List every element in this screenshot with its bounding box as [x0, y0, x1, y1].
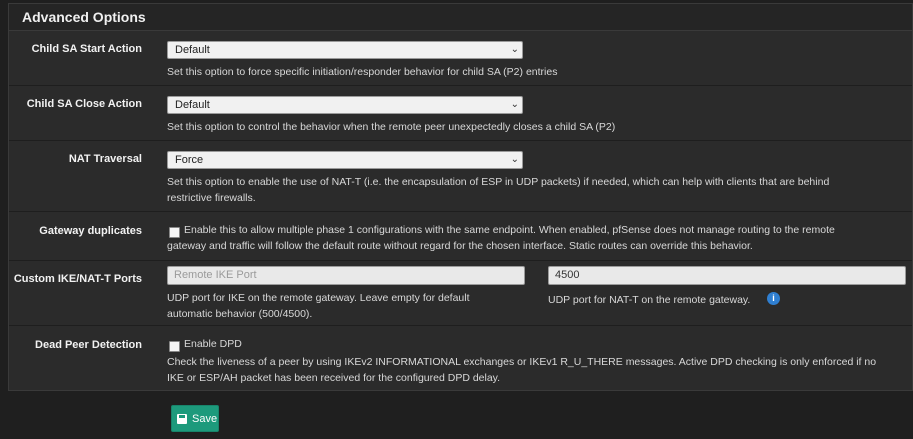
child-sa-start-action-help: Set this option to force specific initia… [167, 66, 558, 78]
row-child-sa-start-action: Child SA Start Action Default ⌄ Set this… [9, 31, 912, 86]
row-custom-ike-natt-ports: Custom IKE/NAT-T Ports Remote IKE Port U… [9, 261, 912, 326]
custom-ports-label: Custom IKE/NAT-T Ports [13, 273, 142, 285]
nat-traversal-value: Force [175, 154, 204, 166]
nat-traversal-select[interactable]: Force ⌄ [167, 151, 523, 169]
natt-port-value: 4500 [555, 269, 580, 281]
remote-ike-port-placeholder: Remote IKE Port [174, 269, 257, 281]
save-button[interactable]: Save [171, 405, 219, 432]
row-child-sa-close-action: Child SA Close Action Default ⌄ Set this… [9, 86, 912, 141]
row-gateway-duplicates: Gateway duplicates Enable this to allow … [9, 212, 912, 261]
nat-traversal-help-line1: Set this option to enable the use of NAT… [167, 176, 830, 188]
nat-traversal-label: NAT Traversal [68, 153, 142, 165]
panel-title: Advanced Options [22, 9, 146, 25]
save-icon [177, 414, 187, 424]
dead-peer-detection-help-line1: Check the liveness of a peer by using IK… [167, 356, 877, 368]
natt-port-help: UDP port for NAT-T on the remote gateway… [548, 294, 751, 306]
gateway-duplicates-help-line1: Enable this to allow multiple phase 1 co… [184, 224, 835, 236]
chevron-down-icon: ⌄ [510, 154, 519, 165]
dead-peer-detection-help-line2: IKE or ESP/AH packet has been received f… [167, 372, 501, 384]
info-icon[interactable]: i [767, 292, 780, 305]
child-sa-close-action-value: Default [175, 99, 210, 111]
nat-traversal-help-line2: restrictive firewalls. [167, 192, 256, 204]
enable-dpd-checkbox[interactable] [169, 341, 180, 352]
enable-dpd-label[interactable]: Enable DPD [184, 336, 242, 352]
ike-port-help-line2: automatic behavior (500/4500). [167, 308, 313, 320]
advanced-options-panel: Advanced Options Child SA Start Action D… [8, 3, 913, 391]
child-sa-close-action-select[interactable]: Default ⌄ [167, 96, 523, 114]
child-sa-close-action-help: Set this option to control the behavior … [167, 121, 616, 133]
save-button-label: Save [192, 413, 218, 425]
chevron-down-icon: ⌄ [510, 99, 519, 110]
chevron-down-icon: ⌄ [510, 44, 519, 55]
remote-ike-port-input[interactable]: Remote IKE Port [167, 266, 525, 285]
natt-port-input[interactable]: 4500 [548, 266, 906, 285]
dead-peer-detection-label: Dead Peer Detection [35, 339, 142, 351]
row-nat-traversal: NAT Traversal Force ⌄ Set this option to… [9, 141, 912, 212]
gateway-duplicates-checkbox[interactable] [169, 227, 180, 238]
panel-header: Advanced Options [9, 4, 912, 31]
gateway-duplicates-label: Gateway duplicates [39, 225, 142, 237]
child-sa-start-action-label: Child SA Start Action [31, 43, 142, 55]
child-sa-start-action-select[interactable]: Default ⌄ [167, 41, 523, 59]
child-sa-close-action-label: Child SA Close Action [26, 98, 142, 110]
row-dead-peer-detection: Dead Peer Detection Enable DPD Check the… [9, 326, 912, 391]
gateway-duplicates-help-line2: gateway and traffic will follow the defa… [167, 240, 753, 252]
child-sa-start-action-value: Default [175, 44, 210, 56]
ike-port-help-line1: UDP port for IKE on the remote gateway. … [167, 292, 470, 304]
